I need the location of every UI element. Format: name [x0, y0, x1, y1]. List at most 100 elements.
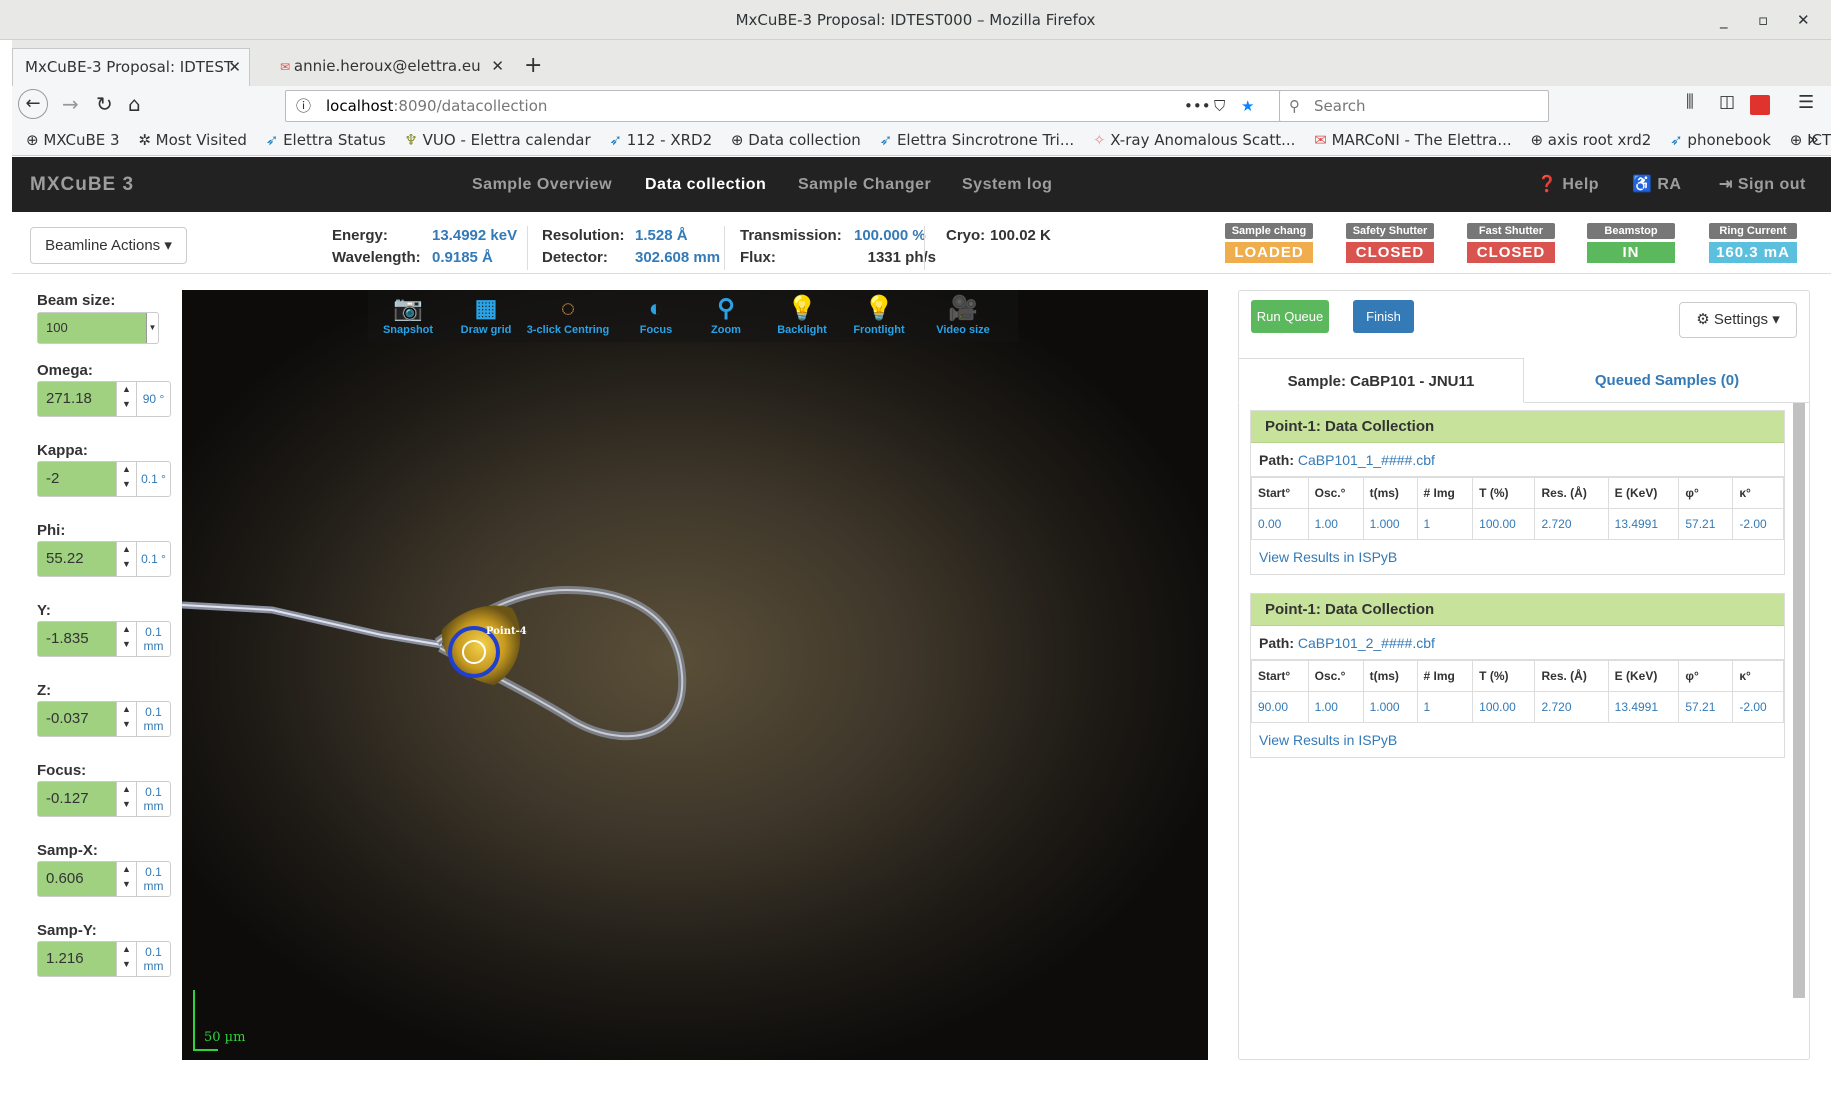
y-step[interactable]: 0.1 mm	[136, 622, 170, 656]
view-results-link[interactable]: View Results in ISPyB	[1251, 540, 1784, 574]
z-value[interactable]: -0.037	[38, 702, 116, 736]
bookmark-item[interactable]: ⊕ axis root xrd2	[1530, 126, 1651, 154]
task-item[interactable]: Point-1: Data Collection Path: CaBP101_2…	[1250, 593, 1785, 758]
nav-sample-overview[interactable]: Sample Overview	[472, 157, 612, 212]
task-list-scrollbar[interactable]	[1793, 403, 1805, 998]
y-value[interactable]: -1.835	[38, 622, 116, 656]
bookmark-star-icon[interactable]: ★	[1241, 91, 1254, 121]
omega-value[interactable]: 271.18	[38, 382, 116, 416]
beam-size-select[interactable]: 100 ▼	[37, 312, 159, 344]
browser-tab-mxcube[interactable]: MxCuBE-3 Proposal: IDTEST ✕	[12, 48, 250, 86]
spin-arrows-icon[interactable]: ▲ ▼	[116, 622, 136, 656]
spin-arrows-icon[interactable]: ▲ ▼	[116, 942, 136, 976]
spin-arrows-icon[interactable]: ▲ ▼	[116, 542, 136, 576]
signout-link[interactable]: ⇥ Sign out	[1719, 157, 1806, 212]
bookmark-item[interactable]: ♆ VUO - Elettra calendar	[404, 126, 590, 154]
bookmark-item[interactable]: ➶ Elettra Status	[266, 126, 386, 154]
home-icon[interactable]: ⌂	[128, 92, 141, 116]
run-queue-button[interactable]: Run Queue	[1251, 300, 1329, 333]
sample-video-view[interactable]: Point-4 50 µm 📷 Snapshot ▦ Draw grid ◌ 3-cl…	[182, 290, 1208, 1060]
tab-current-sample[interactable]: Sample: CaBP101 - JNU11	[1238, 358, 1524, 403]
backlight-button[interactable]: 💡 Backlight	[762, 290, 842, 336]
bookmark-item[interactable]: ➶ 112 - XRD2	[609, 126, 712, 154]
focus-input[interactable]: -0.127 ▲ ▼ 0.1 mm	[37, 781, 171, 817]
library-icon[interactable]: ⫼	[1686, 92, 1694, 112]
bookmark-item[interactable]: ➶ phonebook	[1670, 126, 1771, 154]
spin-arrows-icon[interactable]: ▲ ▼	[116, 382, 136, 416]
bookmark-item[interactable]: ✉ MARCoNI - The Elettra...	[1314, 126, 1511, 154]
spin-arrows-icon[interactable]: ▲ ▼	[116, 462, 136, 496]
info-icon[interactable]: ⓘ	[296, 91, 311, 121]
detector-value[interactable]: 302.608 mm	[635, 249, 720, 266]
forward-icon[interactable]: →	[62, 92, 79, 116]
help-link[interactable]: ❓ Help	[1537, 157, 1599, 212]
point-label[interactable]: Point-4	[486, 626, 527, 637]
tab-queued-samples[interactable]: Queued Samples (0)	[1524, 358, 1810, 403]
sampx-value[interactable]: 0.606	[38, 862, 116, 896]
nav-data-collection[interactable]: Data collection	[645, 157, 766, 212]
beamline-actions-button[interactable]: Beamline Actions ▾	[30, 227, 187, 264]
spin-arrows-icon[interactable]: ▲ ▼	[116, 862, 136, 896]
focus-value[interactable]: -0.127	[38, 782, 116, 816]
frontlight-button[interactable]: 💡 Frontlight	[839, 290, 919, 336]
video-size-button[interactable]: 🎥 Video size	[923, 290, 1003, 336]
fast-shutter-status[interactable]: CLOSED	[1467, 242, 1555, 263]
sampy-input[interactable]: 1.216 ▲ ▼ 0.1 mm	[37, 941, 171, 977]
omega-input[interactable]: 271.18 ▲ ▼ 90 °	[37, 381, 171, 417]
minimize-button[interactable]: _	[1720, 0, 1728, 40]
bookmark-item[interactable]: ⊕ MXCuBE 3	[26, 126, 120, 154]
close-tab-icon[interactable]: ✕	[491, 48, 504, 84]
focus-step[interactable]: 0.1 mm	[136, 782, 170, 816]
maximize-button[interactable]: ▫	[1758, 0, 1768, 40]
kappa-value[interactable]: -2	[38, 462, 116, 496]
phi-value[interactable]: 55.22	[38, 542, 116, 576]
menu-icon[interactable]: ☰	[1798, 92, 1814, 113]
addon-icon[interactable]	[1750, 95, 1770, 115]
kappa-step[interactable]: 0.1 °	[136, 462, 170, 496]
finish-button[interactable]: Finish	[1353, 300, 1414, 333]
task-item[interactable]: Point-1: Data Collection Path: CaBP101_1…	[1250, 410, 1785, 575]
app-brand[interactable]: MXCuBE 3	[30, 157, 134, 212]
sampy-step[interactable]: 0.1 mm	[136, 942, 170, 976]
omega-step[interactable]: 90 °	[136, 382, 170, 416]
sampx-step[interactable]: 0.1 mm	[136, 862, 170, 896]
beamstop-status[interactable]: IN	[1587, 242, 1675, 263]
pocket-icon[interactable]: ⛉	[1214, 91, 1225, 121]
reload-icon[interactable]: ↻	[96, 92, 113, 116]
url-bar[interactable]: ⓘ localhost:8090/datacollection ••• ⛉ ★	[285, 90, 1285, 122]
browser-tab-mail[interactable]: ✉ annie.heroux@elettra.eu ✕	[264, 48, 512, 86]
wavelength-value[interactable]: 0.9185 Å	[432, 249, 493, 266]
z-step[interactable]: 0.1 mm	[136, 702, 170, 736]
sampx-input[interactable]: 0.606 ▲ ▼ 0.1 mm	[37, 861, 171, 897]
focus-button[interactable]: ◐ Focus	[616, 290, 696, 336]
sampy-value[interactable]: 1.216	[38, 942, 116, 976]
bookmark-item[interactable]: ⊕ Data collection	[731, 126, 861, 154]
sidebar-icon[interactable]: ◫	[1719, 92, 1735, 112]
y-input[interactable]: -1.835 ▲ ▼ 0.1 mm	[37, 621, 171, 657]
safety-shutter-status[interactable]: CLOSED	[1346, 242, 1434, 263]
phi-input[interactable]: 55.22 ▲ ▼ 0.1 °	[37, 541, 171, 577]
snapshot-button[interactable]: 📷 Snapshot	[368, 290, 448, 336]
zoom-button[interactable]: ⚲ Zoom	[686, 290, 766, 336]
draw-grid-button[interactable]: ▦ Draw grid	[446, 290, 526, 336]
bookmark-item[interactable]: ✧ X-ray Anomalous Scatt...	[1093, 126, 1296, 154]
kappa-input[interactable]: -2 ▲ ▼ 0.1 °	[37, 461, 171, 497]
user-link[interactable]: ♿ RA	[1632, 157, 1681, 212]
settings-button[interactable]: ⚙ Settings ▾	[1679, 302, 1797, 338]
transmission-value[interactable]: 100.000 %	[854, 227, 926, 244]
energy-value[interactable]: 13.4992 keV	[432, 227, 517, 244]
close-window-button[interactable]: ✕	[1797, 0, 1810, 40]
nav-system-log[interactable]: System log	[962, 157, 1052, 212]
bookmarks-overflow-button[interactable]: »	[1808, 126, 1819, 154]
bookmark-item[interactable]: ✲ Most Visited	[138, 126, 247, 154]
spin-arrows-icon[interactable]: ▲ ▼	[116, 702, 136, 736]
spin-arrows-icon[interactable]: ▲ ▼	[116, 782, 136, 816]
phi-step[interactable]: 0.1 °	[136, 542, 170, 576]
view-results-link[interactable]: View Results in ISPyB	[1251, 723, 1784, 757]
close-tab-icon[interactable]: ✕	[228, 49, 241, 85]
bookmark-item[interactable]: ➶ Elettra Sincrotrone Tri...	[880, 126, 1075, 154]
three-click-centring-button[interactable]: ◌ 3-click Centring	[518, 290, 618, 336]
search-input[interactable]: ⚲ Search	[1279, 90, 1549, 122]
resolution-value[interactable]: 1.528 Å	[635, 227, 688, 244]
task-title[interactable]: Point-1: Data Collection	[1251, 411, 1784, 443]
